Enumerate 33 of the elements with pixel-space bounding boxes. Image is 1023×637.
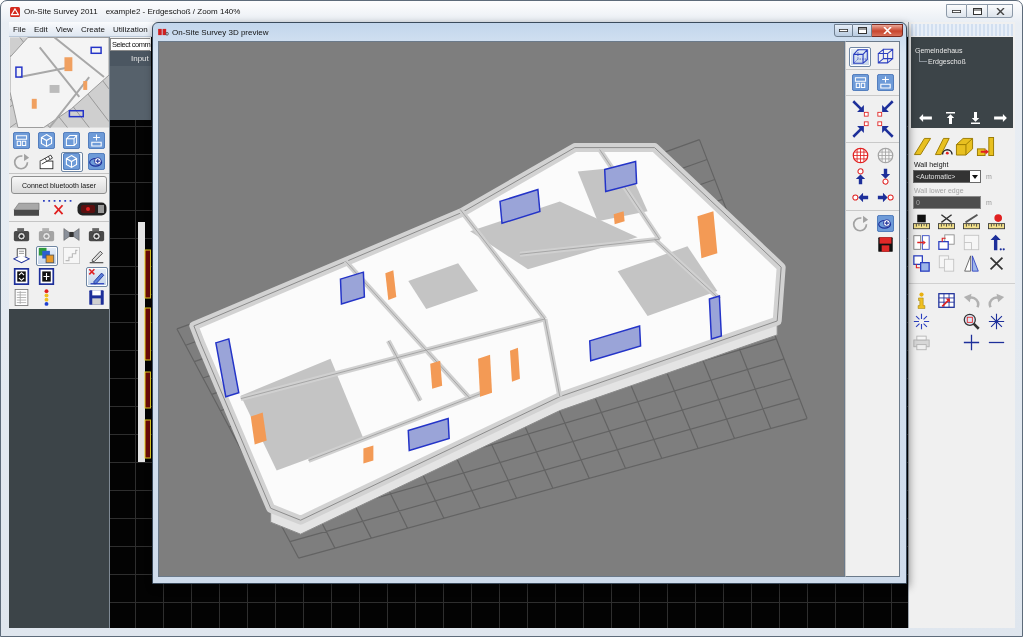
arrow-left-icon[interactable] xyxy=(919,113,932,122)
menu-item[interactable]: Utilization xyxy=(108,24,152,34)
color-dots-icon[interactable] xyxy=(44,289,49,306)
maximize-icon[interactable] xyxy=(972,7,982,15)
menu-item[interactable]: Edit xyxy=(29,24,52,34)
wall-gauge-icon[interactable] xyxy=(934,136,953,156)
close-button[interactable] xyxy=(872,24,903,37)
document-title: example2 - Erdgeschoß / Zoom 140% xyxy=(105,7,241,16)
menu-item[interactable]: File xyxy=(9,24,30,34)
arrow-right-icon[interactable] xyxy=(994,113,1007,122)
caret-icon[interactable] xyxy=(970,171,980,182)
minimize-button[interactable] xyxy=(834,24,853,37)
close-icon[interactable] xyxy=(995,7,1005,15)
minimize-button[interactable] xyxy=(946,4,967,18)
minimize-icon[interactable] xyxy=(952,9,961,13)
menu-item[interactable]: Create xyxy=(76,24,109,34)
window-title: On-Site Survey 3D preview xyxy=(172,27,269,37)
arrow-down-bar-icon[interactable] xyxy=(971,111,980,124)
maximize-button[interactable] xyxy=(853,24,872,37)
app-logo-icon xyxy=(10,6,20,17)
wall-step-icon[interactable] xyxy=(976,136,995,156)
minimize-icon[interactable] xyxy=(839,29,848,32)
app-logo-icon xyxy=(158,28,169,36)
laser-device-icon xyxy=(13,201,40,217)
maximize-button[interactable] xyxy=(967,4,988,18)
menu-item[interactable]: View xyxy=(51,24,77,34)
arrow-up-bar-icon[interactable] xyxy=(946,111,955,124)
app-title: On-Site Survey 2011 xyxy=(24,7,98,16)
close-button[interactable] xyxy=(988,4,1013,18)
minus-icon[interactable] xyxy=(988,341,1005,344)
laser-meter-icon xyxy=(77,202,107,216)
input-header: Input xyxy=(110,51,151,66)
maximize-icon[interactable] xyxy=(857,27,867,34)
